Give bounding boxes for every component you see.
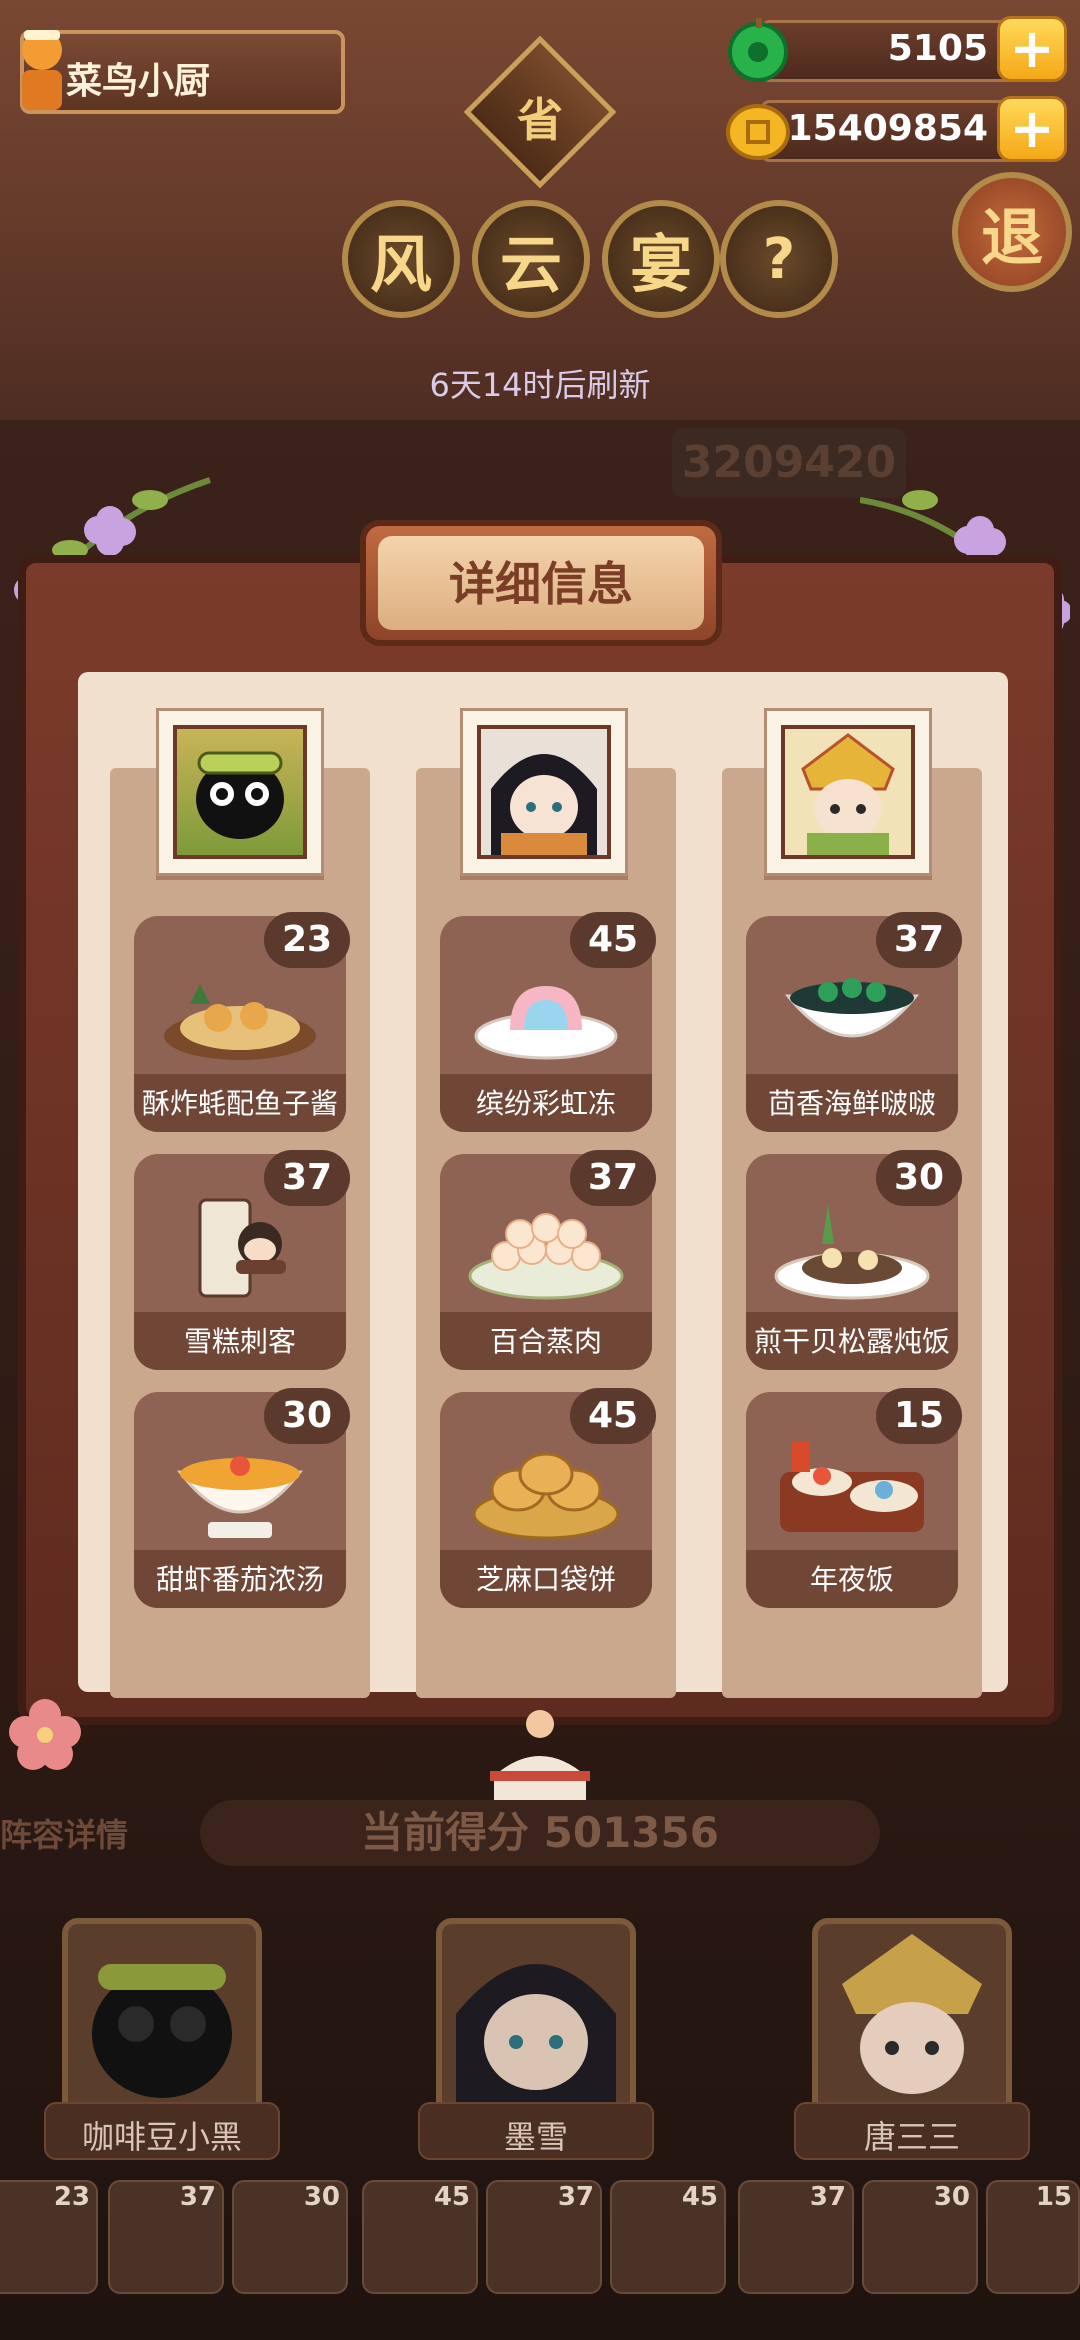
- lily-steamed-meat-icon: [468, 1213, 624, 1300]
- hero-name: 唐三三: [863, 2118, 960, 2156]
- refresh-timer: 6天14时后刷新: [429, 366, 651, 404]
- strip-dish-card[interactable]: 15: [986, 2180, 1080, 2294]
- dish-name: 芝麻口袋饼: [475, 1563, 616, 1596]
- sesame-pocket-bread-icon: [472, 1452, 620, 1540]
- dish-name: 缤纷彩虹冻: [475, 1087, 616, 1120]
- scallop-truffle-risotto-icon: [774, 1204, 930, 1300]
- dish-count-badge: 45: [570, 1388, 656, 1444]
- strip-count: 45: [681, 2182, 718, 2212]
- coins-amount: 15409854: [787, 108, 988, 149]
- cherry-blossom-icon: [9, 1699, 81, 1770]
- strip-dish-card[interactable]: 30: [862, 2180, 978, 2294]
- dish-card[interactable]: 15 年夜饭: [746, 1388, 962, 1608]
- strip-dish-card[interactable]: 45: [362, 2180, 478, 2294]
- dish-count-badge: 30: [876, 1150, 962, 1206]
- dish-card[interactable]: 30 煎干贝松露炖饭: [746, 1150, 962, 1370]
- strip-count: 37: [809, 2182, 846, 2212]
- dish-name: 酥炸蚝配鱼子酱: [141, 1087, 338, 1120]
- new-year-eve-dinner-icon: [780, 1442, 924, 1532]
- strip-dish-card[interactable]: 45: [610, 2180, 726, 2294]
- coffee-bean-avatar-icon: [196, 751, 284, 839]
- dish-count-badge: 15: [876, 1388, 962, 1444]
- dish-count-badge: 37: [876, 912, 962, 968]
- dish-count-badge: 45: [570, 912, 656, 968]
- modal-title: 详细信息: [449, 557, 633, 611]
- strip-count: 23: [53, 2182, 90, 2212]
- exit-button[interactable]: 退: [952, 172, 1072, 292]
- lineup-details-label[interactable]: 阵容详情: [0, 1810, 128, 1856]
- strip-count: 30: [933, 2182, 970, 2212]
- add-coins-button[interactable]: +: [997, 96, 1067, 162]
- jade-amount: 5105: [887, 28, 988, 69]
- dish-name: 甜虾番茄浓汤: [155, 1563, 324, 1596]
- coffee-bean-hero-icon: [92, 1964, 232, 2098]
- hero-tang-sansan[interactable]: [812, 1918, 1012, 2118]
- strip-count: 30: [303, 2182, 340, 2212]
- portrait-tang-sansan[interactable]: [764, 708, 932, 876]
- hero-coffee-bean[interactable]: [62, 1918, 262, 2118]
- moxue-avatar-icon: [491, 754, 597, 855]
- dish-card[interactable]: 23 酥炸蚝配鱼子酱: [134, 912, 350, 1132]
- strip-count: 15: [1035, 2182, 1072, 2212]
- dish-name: 茴香海鲜啵啵: [767, 1087, 936, 1120]
- title-char-feng: 风: [342, 200, 460, 318]
- player-name: 菜鸟小厨: [66, 61, 211, 102]
- portrait-coffee-bean[interactable]: [156, 708, 324, 876]
- strip-count: 37: [179, 2182, 216, 2212]
- dish-card[interactable]: 37 茴香海鲜啵啵: [746, 912, 962, 1132]
- strip-dish-card[interactable]: 37: [108, 2180, 224, 2294]
- province-badge: 省: [517, 93, 563, 147]
- dish-card[interactable]: 37 百合蒸肉: [440, 1150, 656, 1370]
- hero-moxue[interactable]: [436, 1918, 636, 2118]
- rainbow-jelly-icon: [474, 986, 618, 1060]
- dish-card[interactable]: 45 芝麻口袋饼: [440, 1388, 656, 1608]
- portrait-moxue[interactable]: [460, 708, 628, 876]
- fennel-seafood-bobo-icon: [784, 978, 920, 1038]
- dish-name: 雪糕刺客: [183, 1325, 296, 1358]
- title-char-yan: 宴: [602, 200, 720, 318]
- dish-name: 煎干贝松露炖饭: [753, 1325, 950, 1358]
- dish-card[interactable]: 30 甜虾番茄浓汤: [134, 1388, 350, 1608]
- help-button[interactable]: ?: [720, 200, 838, 318]
- tang-sansan-avatar-icon: [801, 733, 895, 855]
- dish-count-badge: 37: [570, 1150, 656, 1206]
- tang-sansan-hero-icon: [842, 1934, 982, 2094]
- strip-count: 45: [433, 2182, 470, 2212]
- dish-name: 百合蒸肉: [489, 1325, 602, 1358]
- hero-name: 墨雪: [503, 2118, 568, 2156]
- strip-count: 37: [557, 2182, 594, 2212]
- current-score: 当前得分 501356: [200, 1800, 880, 1866]
- dish-card[interactable]: 37 雪糕刺客: [134, 1150, 350, 1370]
- dish-name: 年夜饭: [809, 1563, 894, 1596]
- fried-oyster-caviar-icon: [164, 984, 316, 1060]
- strip-dish-card[interactable]: 23: [0, 2180, 98, 2294]
- strip-dish-card[interactable]: 37: [486, 2180, 602, 2294]
- dish-count-badge: 23: [264, 912, 350, 968]
- shrimp-tomato-soup-icon: [176, 1456, 304, 1538]
- dish-count-badge: 37: [264, 1150, 350, 1206]
- title-char-yun: 云: [472, 200, 590, 318]
- strip-dish-card[interactable]: 30: [232, 2180, 348, 2294]
- add-jade-button[interactable]: +: [997, 16, 1067, 82]
- hero-name: 咖啡豆小黑: [81, 2118, 242, 2156]
- ice-cream-assassin-icon: [198, 1198, 286, 1298]
- dish-count-badge: 30: [264, 1388, 350, 1444]
- strip-dish-card[interactable]: 37: [738, 2180, 854, 2294]
- moxue-hero-icon: [456, 1964, 616, 2112]
- dish-card[interactable]: 45 缤纷彩虹冻: [440, 912, 656, 1132]
